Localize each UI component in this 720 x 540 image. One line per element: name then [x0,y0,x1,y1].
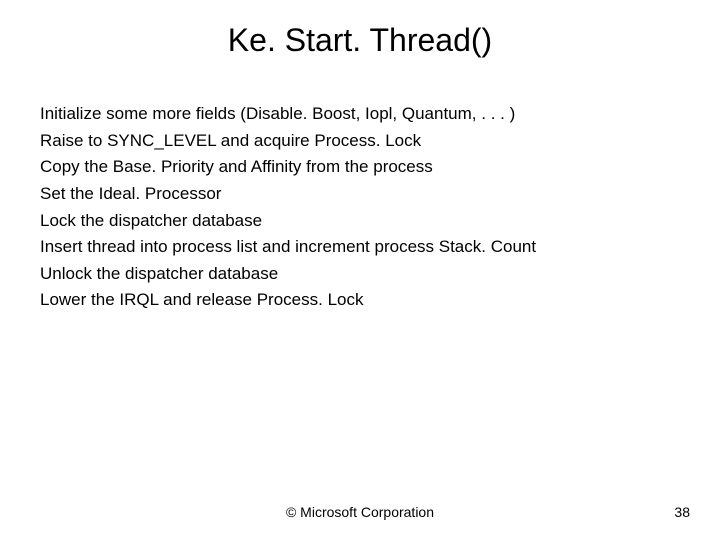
copyright-text: © Microsoft Corporation [0,504,720,520]
page-number: 38 [674,504,690,520]
body-line: Insert thread into process list and incr… [40,235,680,260]
body-line: Copy the Base. Priority and Affinity fro… [40,155,680,180]
body-line: Unlock the dispatcher database [40,262,680,287]
body-line: Raise to SYNC_LEVEL and acquire Process.… [40,129,680,154]
body-line: Lower the IRQL and release Process. Lock [40,288,680,313]
body-line: Initialize some more fields (Disable. Bo… [40,102,680,127]
body-line: Set the Ideal. Processor [40,182,680,207]
slide-body: Initialize some more fields (Disable. Bo… [40,102,680,315]
body-line: Lock the dispatcher database [40,209,680,234]
slide: Ke. Start. Thread() Initialize some more… [0,0,720,540]
slide-title: Ke. Start. Thread() [0,22,720,59]
